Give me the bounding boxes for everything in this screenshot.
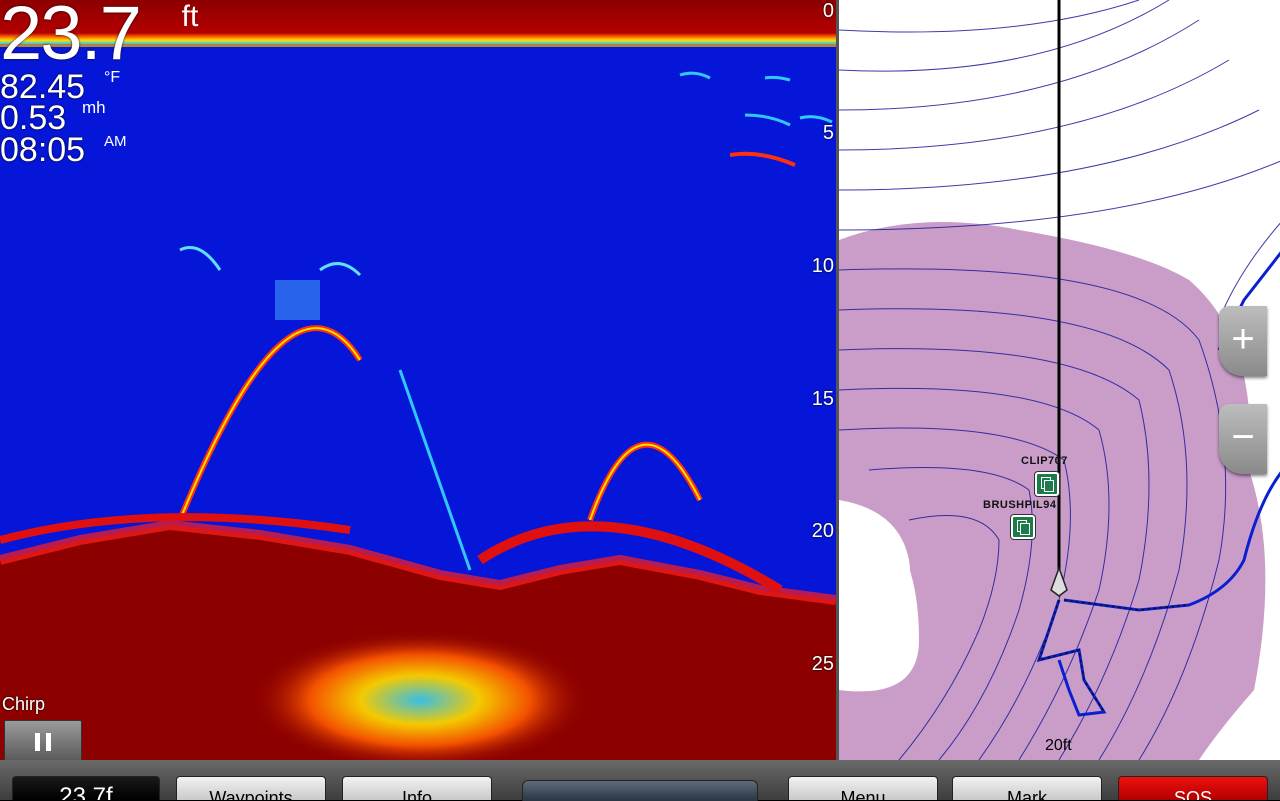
time-readout: 08:05 bbox=[0, 131, 86, 169]
waypoint-label: CLIP707 bbox=[1021, 455, 1068, 467]
time-unit: AM bbox=[104, 133, 127, 150]
depth-scale: 0 5 10 15 20 25 bbox=[800, 0, 836, 760]
zoom-in-button[interactable]: + bbox=[1219, 306, 1267, 376]
depth-scale-tick: 15 bbox=[811, 388, 834, 410]
depth-unit: ft bbox=[181, 0, 199, 33]
pause-button[interactable] bbox=[4, 720, 82, 760]
menu-button[interactable]: Menu bbox=[788, 776, 938, 800]
waypoints-button[interactable]: Waypoints bbox=[176, 776, 326, 800]
center-handle[interactable] bbox=[522, 780, 758, 801]
sos-button[interactable]: SOS bbox=[1118, 776, 1268, 800]
depth-data-button[interactable]: 23.7f bbox=[12, 776, 160, 800]
depth-scale-tick: 25 bbox=[811, 653, 834, 675]
depth-scale-tick: 0 bbox=[822, 0, 834, 22]
zoom-out-button[interactable]: − bbox=[1219, 404, 1267, 474]
waypoint-label: BRUSHPIL94 bbox=[983, 499, 1057, 511]
speed-readout: 0.53 bbox=[0, 99, 67, 137]
waypoint-icon[interactable] bbox=[1011, 515, 1035, 539]
mark-button[interactable]: Mark bbox=[952, 776, 1102, 800]
bottom-toolbar: 23.7f Waypoints Info Menu Mark SOS bbox=[0, 760, 1280, 801]
info-button[interactable]: Info bbox=[342, 776, 492, 800]
chart-map-pane[interactable]: CLIP707 BRUSHPIL94 + − 20ft bbox=[836, 0, 1280, 760]
pause-icon bbox=[35, 733, 40, 751]
sonar-mode-label: Chirp bbox=[2, 694, 46, 714]
speed-unit: mh bbox=[82, 98, 106, 117]
depth-scale-tick: 10 bbox=[811, 255, 834, 277]
depth-scale-tick: 20 bbox=[811, 520, 834, 542]
sonar-pane[interactable]: 23.7 ft 82.45 °F 0.53 mh 08:05 AM 0 5 10… bbox=[0, 0, 836, 760]
sonar-echo-image bbox=[0, 0, 836, 760]
waypoint-icon[interactable] bbox=[1035, 472, 1059, 496]
water-temperature-unit: °F bbox=[104, 69, 121, 86]
depth-readout: 23.7 bbox=[0, 0, 142, 76]
depth-scale-tick: 5 bbox=[822, 122, 834, 144]
map-scale-label: 20ft bbox=[1045, 737, 1072, 754]
depth-contour-map bbox=[839, 0, 1280, 760]
